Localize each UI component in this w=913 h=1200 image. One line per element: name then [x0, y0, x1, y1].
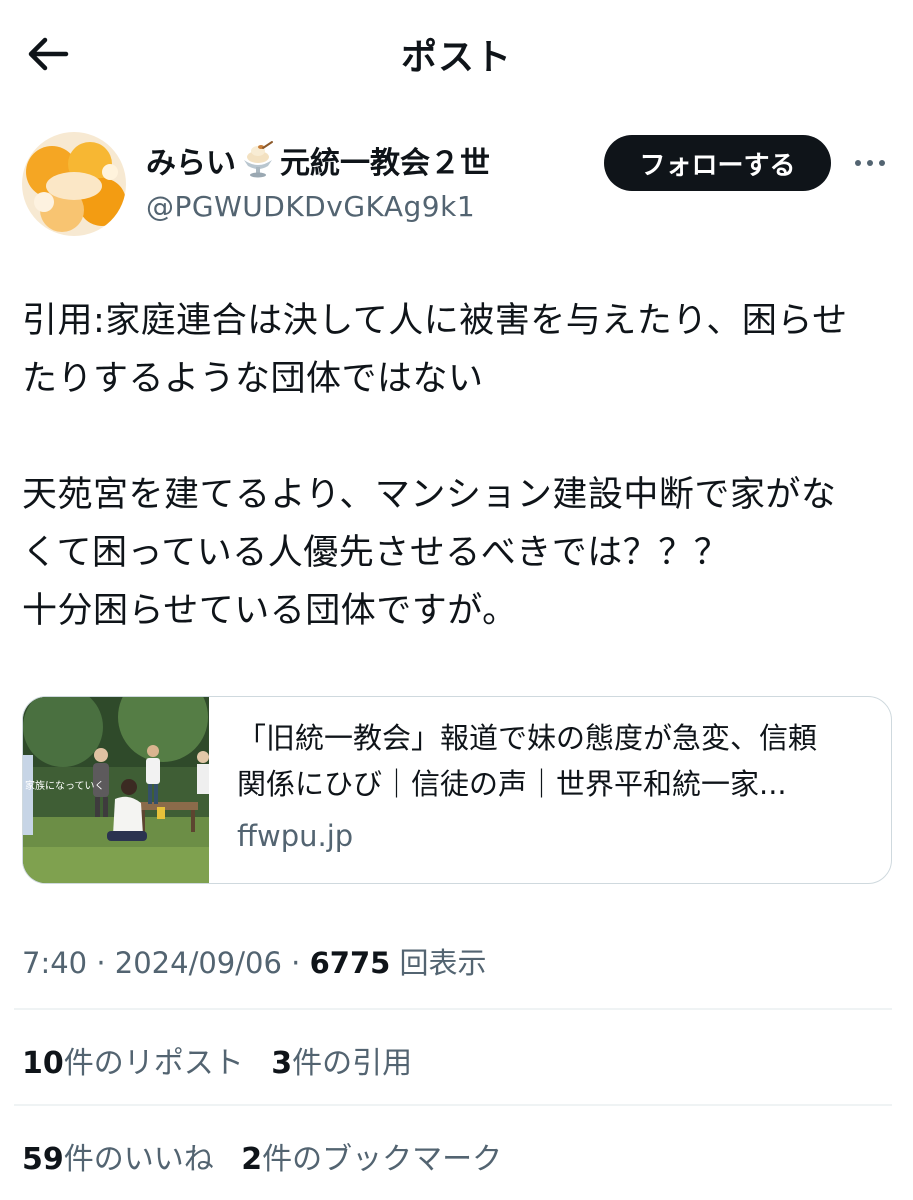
post-text-line: 十分困らせている団体ですが。 — [22, 591, 518, 631]
view-count-label: 回表示 — [399, 946, 487, 980]
post-paragraph: 天苑宮を建てるより、マンション建設中断で家がな くて困っている人優先させるべきで… — [22, 466, 898, 640]
separator-dot: · — [291, 946, 310, 980]
ice-cream-sundae-icon — [238, 140, 278, 180]
post-date[interactable]: 2024/09/06 — [115, 946, 282, 980]
top-bar: ポスト — [0, 0, 913, 104]
page-title: ポスト — [400, 37, 512, 78]
separator-dot: · — [96, 946, 115, 980]
quotes-stat[interactable]: 3件の引用 — [271, 1046, 412, 1081]
repost-count: 10 — [22, 1046, 64, 1081]
link-title-line: 「旧統一教会」報道で妹の態度が急変、信頼 — [237, 721, 818, 755]
author-identity: みらい 元統一教会２世 @PGWUDKDvGKAg9k1 — [146, 138, 490, 223]
bookmark-count: 2 — [241, 1142, 263, 1177]
divider — [14, 1104, 892, 1106]
post-paragraph: 引用:家庭連合は決して人に被害を与えたり、困らせ たりするような団体ではない — [22, 292, 898, 408]
link-preview-card[interactable]: 家族になっていく 「旧統一教会」報道で妹の態度が急変、信頼 関係にひび｜信徒の声… — [22, 696, 892, 884]
bookmark-label: 件のブックマーク — [262, 1142, 503, 1177]
post-text-line: くて困っている人優先させるべきでは？？？ — [22, 533, 730, 573]
divider — [14, 1008, 892, 1010]
like-count: 59 — [22, 1142, 64, 1177]
likes-stat[interactable]: 59件のいいね — [22, 1142, 214, 1177]
more-options-button[interactable] — [850, 146, 890, 180]
view-count: 6775 — [309, 946, 391, 980]
quote-count: 3 — [271, 1046, 293, 1081]
link-thumbnail: 家族になっていく — [23, 697, 209, 883]
post-body: 引用:家庭連合は決して人に被害を与えたり、困らせ たりするような団体ではない 天… — [22, 292, 898, 640]
post-time[interactable]: 7:40 — [22, 946, 87, 980]
avatar[interactable] — [22, 132, 126, 236]
reposts-stat[interactable]: 10件のリポスト — [22, 1046, 244, 1081]
engagement-stats-row: 59件のいいね 2件のブックマーク — [22, 1134, 502, 1178]
engagement-stats-row: 10件のリポスト 3件の引用 — [22, 1038, 412, 1082]
link-card-body: 「旧統一教会」報道で妹の態度が急変、信頼 関係にひび｜信徒の声｜世界平和統一家.… — [237, 715, 877, 853]
author-row: みらい 元統一教会２世 @PGWUDKDvGKAg9k1 フォローする — [0, 120, 913, 250]
link-title-line: 関係にひび｜信徒の声｜世界平和統一家... — [237, 767, 787, 801]
link-domain: ffwpu.jp — [237, 819, 354, 853]
more-horizontal-icon — [855, 160, 885, 166]
link-title: 「旧統一教会」報道で妹の態度が急変、信頼 関係にひび｜信徒の声｜世界平和統一家.… — [237, 715, 877, 807]
post-metadata: 7:40 · 2024/09/06 · 6775 回表示 — [22, 940, 487, 982]
post-text-line: 天苑宮を建てるより、マンション建設中断で家がな — [22, 475, 837, 515]
user-handle[interactable]: @PGWUDKDvGKAg9k1 — [146, 190, 490, 223]
display-name-part2: 元統一教会２世 — [280, 146, 490, 181]
follow-button[interactable]: フォローする — [604, 135, 831, 191]
post-detail-page: ポスト みらい 元統一教会２世 @PGWUDKDvGKAg9k1 フォローする … — [0, 0, 913, 1200]
like-label: 件のいいね — [63, 1142, 214, 1177]
thumbnail-caption: 家族になっていく — [25, 781, 105, 792]
avatar-image — [22, 132, 126, 236]
display-name-part1: みらい — [146, 146, 236, 181]
bookmarks-stat[interactable]: 2件のブックマーク — [241, 1142, 502, 1177]
post-text-line: 引用:家庭連合は決して人に被害を与えたり、困らせ — [22, 301, 848, 341]
post-text-line: たりするような団体ではない — [22, 359, 484, 399]
display-name[interactable]: みらい 元統一教会２世 — [146, 138, 490, 182]
repost-label: 件のリポスト — [63, 1046, 244, 1081]
quote-label: 件の引用 — [292, 1046, 413, 1081]
